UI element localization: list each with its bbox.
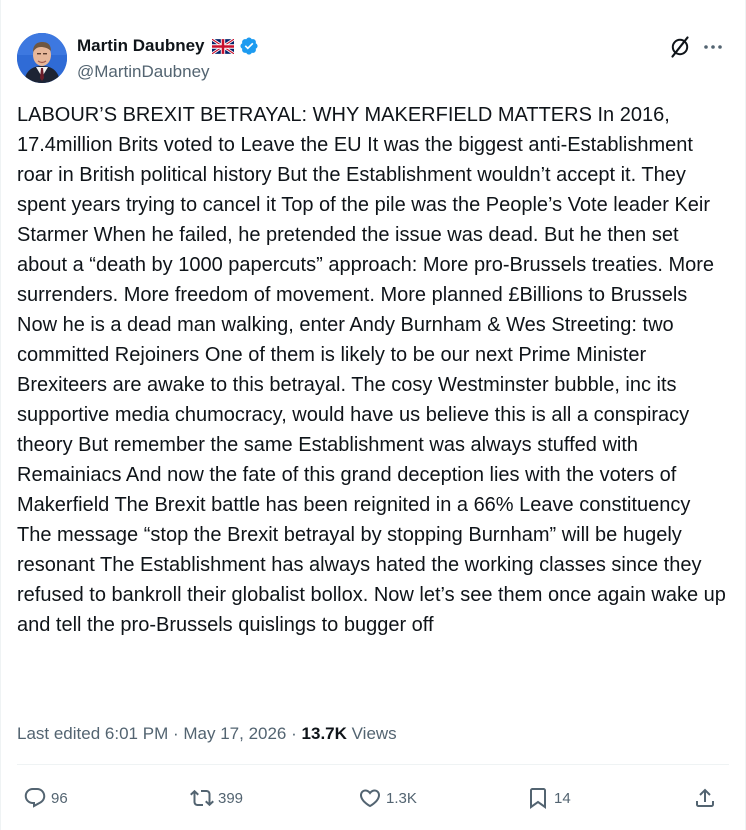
meta-separator: · [291,724,297,743]
tweet-text: LABOUR’S BREXIT BETRAYAL: WHY MAKERFIELD… [17,104,726,636]
meta-separator: · [172,724,179,743]
bookmark-count: 14 [554,789,571,807]
author-handle[interactable]: @MartinDaubney [77,61,259,83]
like-count: 1.3K [386,789,417,807]
reply-count: 96 [51,789,68,807]
heart-icon [358,786,382,810]
avatar-photo [17,33,67,83]
reply-icon [23,786,47,810]
name-row: Martin Daubney [77,35,259,57]
tweet-actions: 96 399 1.3K 14 [17,782,729,814]
bookmark-button[interactable]: 14 [526,782,571,814]
repost-icon [190,786,214,810]
more-icon[interactable] [701,35,725,59]
author-block: Martin Daubney @MartinDaubney [77,35,259,83]
bookmark-icon [526,786,550,810]
tweet-time[interactable]: 6:01 PM [105,724,168,743]
repost-button[interactable]: 399 [190,782,243,814]
author-display-name[interactable]: Martin Daubney [77,35,205,57]
grok-icon[interactable] [668,35,692,59]
views-count: 13.7K [301,724,347,743]
share-icon [693,786,717,810]
tweet-header: Martin Daubney @MartinDaubney [17,33,729,85]
like-button[interactable]: 1.3K [358,782,417,814]
edited-prefix[interactable]: Last edited [17,724,100,743]
uk-flag-icon [210,37,235,55]
tweet-meta: Last edited 6:01 PM · May 17, 2026 · 13.… [17,722,397,746]
share-button[interactable] [693,782,717,814]
tweet-date[interactable]: May 17, 2026 [183,724,286,743]
repost-count: 399 [218,789,244,807]
avatar[interactable] [17,33,67,83]
reply-button[interactable]: 96 [23,782,68,814]
tweet: Martin Daubney @MartinDaubney LABOUR’S B… [0,0,746,830]
divider [17,764,729,765]
views-label: Views [351,724,397,743]
verified-badge-icon[interactable] [239,36,259,56]
